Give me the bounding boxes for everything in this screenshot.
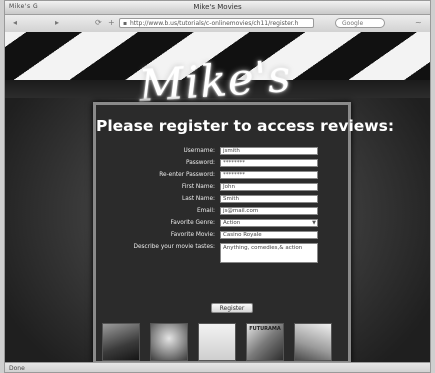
movie-poster[interactable] xyxy=(150,323,188,361)
password-field[interactable]: ******** xyxy=(220,159,318,167)
movie-poster[interactable]: FUTURAMA xyxy=(246,323,284,361)
page-content: Mike's Movies Please register to access … xyxy=(5,32,430,362)
chevron-down-icon: ▼ xyxy=(312,220,316,226)
genre-value: Action xyxy=(223,220,241,226)
genre-select[interactable]: Action ▼ xyxy=(220,219,318,227)
favorite-movie-field[interactable]: Casino Royale xyxy=(220,231,318,239)
movie-poster[interactable] xyxy=(198,323,236,361)
window-title: Mike's Movies xyxy=(193,3,242,11)
address-url: http://www.b.us/tutorials/c-onlinemovies… xyxy=(130,20,299,27)
status-bar: Done xyxy=(5,362,430,372)
email-row: Email: js@mail.com xyxy=(96,207,348,217)
email-field[interactable]: js@mail.com xyxy=(220,207,318,215)
add-bookmark-icon[interactable]: + xyxy=(108,18,115,27)
title-bar: Mike's G Mike's Movies xyxy=(5,1,430,15)
first-name-row: First Name: John xyxy=(96,183,348,193)
browser-toolbar: ◂ ▸ ⟳ + ▪ http://www.b.us/tutorials/c-on… xyxy=(5,15,430,33)
reenter-password-field[interactable]: ******** xyxy=(220,171,318,179)
registration-panel: Please register to access reviews: Usern… xyxy=(93,102,395,362)
reenter-password-label: Re-enter Password: xyxy=(159,172,215,178)
last-name-label: Last Name: xyxy=(182,196,215,202)
reenter-password-row: Re-enter Password: ******** xyxy=(96,171,348,181)
status-text: Done xyxy=(9,365,25,372)
genre-label: Favorite Genre: xyxy=(170,220,215,226)
password-row: Password: ******** ✔ xyxy=(96,158,348,169)
favorite-movie-row: Favorite Movie: Casino Royale xyxy=(96,231,348,241)
page-heading: Please register to access reviews: xyxy=(96,117,395,135)
describe-textarea[interactable]: Anything, comedies,& action xyxy=(220,243,318,263)
describe-label: Describe your movie tastes: xyxy=(133,244,216,250)
favorite-movie-label: Favorite Movie: xyxy=(170,232,215,238)
browser-window: Mike's G Mike's Movies ◂ ▸ ⟳ + ▪ http://… xyxy=(4,0,431,373)
first-name-label: First Name: xyxy=(181,184,215,190)
check-icon: ✔ xyxy=(310,146,317,155)
register-button[interactable]: Register xyxy=(211,303,253,313)
password-label: Password: xyxy=(185,160,215,166)
username-field[interactable]: jsmith xyxy=(220,147,318,155)
address-bar[interactable]: ▪ http://www.b.us/tutorials/c-onlinemovi… xyxy=(119,18,314,28)
movie-poster[interactable] xyxy=(294,323,332,361)
last-name-row: Last Name: Smith xyxy=(96,195,348,205)
genre-row: Favorite Genre: Action ▼ xyxy=(96,219,348,229)
forward-icon[interactable]: ▸ xyxy=(55,18,59,27)
menu-icon[interactable]: ~ xyxy=(415,18,422,27)
back-icon[interactable]: ◂ xyxy=(13,18,17,27)
poster-title: FUTURAMA xyxy=(249,326,281,332)
username-label: Username: xyxy=(183,148,215,154)
page-icon: ▪ xyxy=(123,20,128,27)
first-name-field[interactable]: John xyxy=(220,183,318,191)
reload-icon[interactable]: ⟳ xyxy=(95,18,102,27)
describe-row: Describe your movie tastes: Anything, co… xyxy=(96,243,348,263)
search-input[interactable]: Google xyxy=(335,18,385,28)
last-name-field[interactable]: Smith xyxy=(220,195,318,203)
username-row: Username: jsmith ✔ xyxy=(96,146,348,157)
check-icon: ✔ xyxy=(310,158,317,167)
movie-poster[interactable] xyxy=(102,323,140,361)
poster-strip: FUTURAMA xyxy=(102,323,342,362)
email-label: Email: xyxy=(196,208,215,214)
